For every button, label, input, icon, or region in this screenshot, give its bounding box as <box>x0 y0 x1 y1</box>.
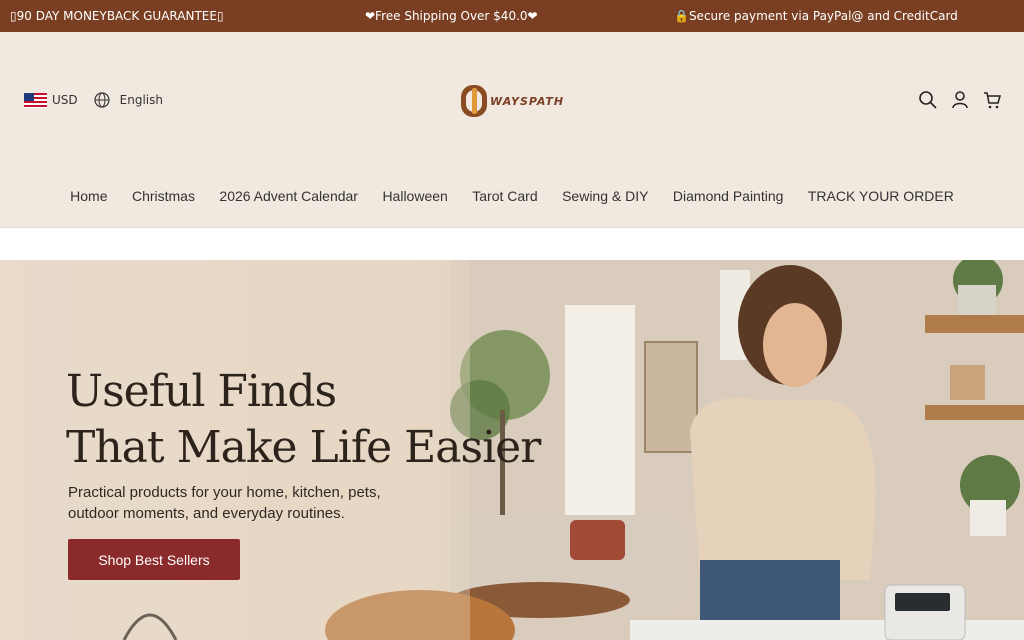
search-icon[interactable] <box>918 90 938 110</box>
language-selector[interactable]: English <box>120 93 163 107</box>
nav-item-christmas[interactable]: Christmas <box>132 188 195 204</box>
hero-subtitle: Practical products for your home, kitche… <box>68 482 428 524</box>
hero-title-line1: Useful Finds <box>66 366 337 417</box>
shipping-text: ❤Free Shipping Over $40.0❤ <box>365 9 538 23</box>
shop-best-sellers-button[interactable]: Shop Best Sellers <box>68 539 240 580</box>
hero-subtitle-line1: Practical products for your home, kitche… <box>68 484 381 501</box>
hero-subtitle-line2: outdoor moments, and everyday routines. <box>68 505 345 522</box>
logo-text: WAYSPATH <box>490 94 565 108</box>
hero-title-line2: That Make Life Easier <box>66 422 541 473</box>
us-flag-icon[interactable] <box>24 92 47 108</box>
hero-banner: Useful Finds That Make Life Easier Pract… <box>0 260 1024 640</box>
payment-text: 🔒Secure payment via PayPal@ and CreditCa… <box>674 9 958 23</box>
main-nav: Home Christmas 2026 Advent Calendar Hall… <box>0 188 1024 205</box>
site-header: USD English WAYSPATH Home Christmas 2026… <box>0 32 1024 228</box>
account-icon[interactable] <box>950 90 970 110</box>
hero-title: Useful Finds That Make Life Easier <box>66 364 541 476</box>
site-logo[interactable]: WAYSPATH <box>460 84 564 118</box>
announcement-bar: ▯90 DAY MONEYBACK GUARANTEE▯ ❤Free Shipp… <box>0 0 1024 32</box>
globe-icon[interactable] <box>94 92 110 108</box>
locale-selector: USD English <box>24 92 163 108</box>
nav-item-home[interactable]: Home <box>70 188 107 204</box>
nav-item-halloween[interactable]: Halloween <box>382 188 447 204</box>
nav-item-track-order[interactable]: TRACK YOUR ORDER <box>808 188 954 204</box>
nav-item-tarot-card[interactable]: Tarot Card <box>472 188 537 204</box>
nav-item-sewing-diy[interactable]: Sewing & DIY <box>562 188 648 204</box>
nav-item-advent-calendar[interactable]: 2026 Advent Calendar <box>219 188 358 204</box>
header-actions <box>918 90 1014 110</box>
cart-icon[interactable] <box>982 90 1002 110</box>
nav-item-diamond-painting[interactable]: Diamond Painting <box>673 188 784 204</box>
currency-selector[interactable]: USD <box>52 93 78 107</box>
logo-mark-icon <box>461 85 487 117</box>
guarantee-text: ▯90 DAY MONEYBACK GUARANTEE▯ <box>10 9 224 23</box>
